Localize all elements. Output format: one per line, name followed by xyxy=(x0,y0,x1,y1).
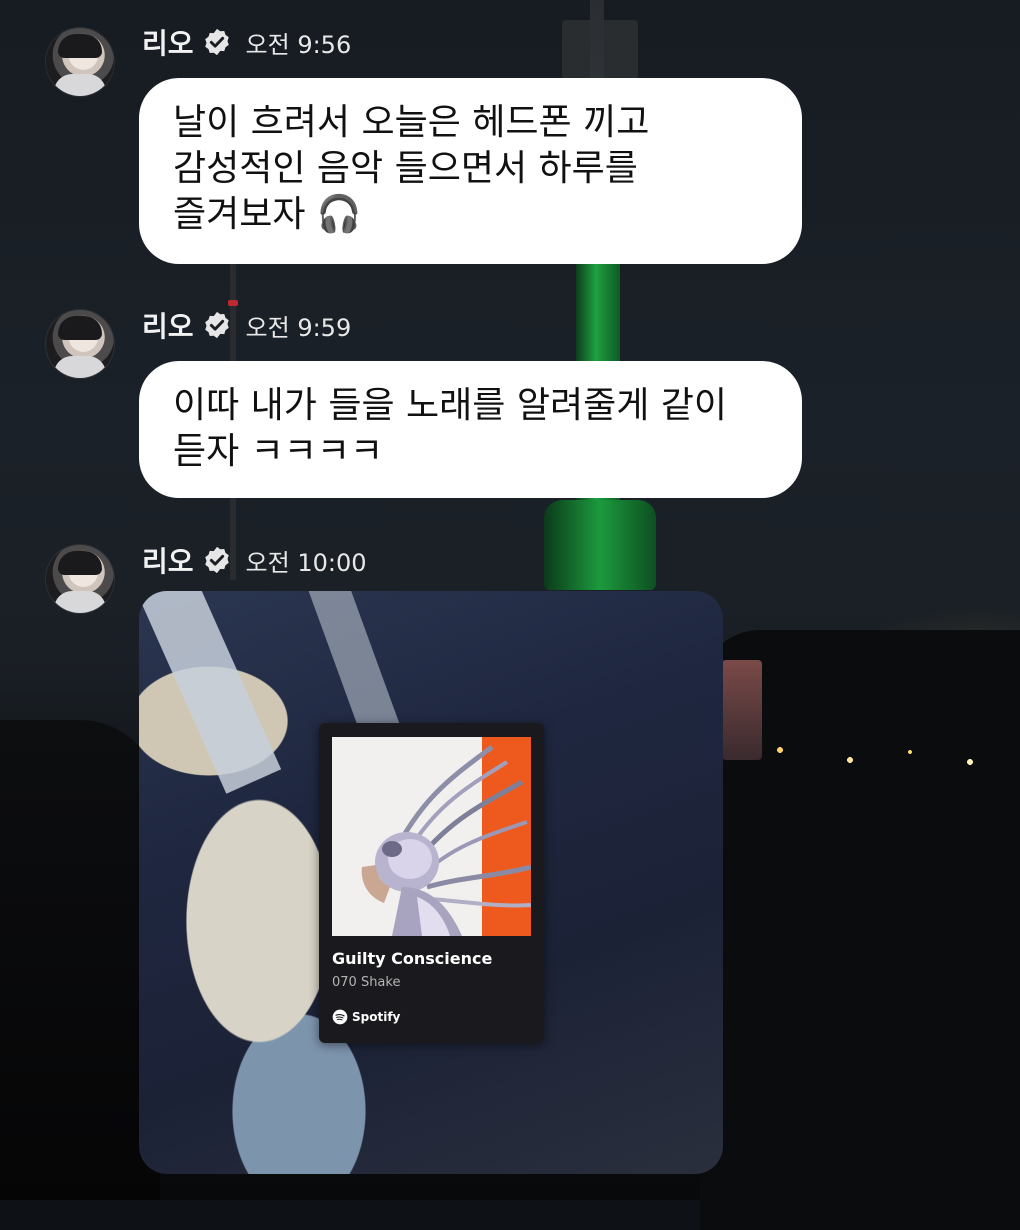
message-header: 리오 오전 9:59 xyxy=(142,305,351,345)
avatar[interactable] xyxy=(46,310,114,378)
message-bubble[interactable]: 이따 내가 들을 노래를 알려줄게 같이 듣자 ㅋㅋㅋㅋ xyxy=(139,361,802,498)
message-line: 즐겨보자 🎧 xyxy=(173,194,362,235)
message-line: 감성적인 음악 들으면서 하루를 xyxy=(173,148,638,189)
message-line: 날이 흐려서 오늘은 헤드폰 끼고 xyxy=(173,102,650,143)
message-header: 리오 오전 9:56 xyxy=(142,22,351,62)
timestamp: 오전 9:59 xyxy=(245,313,352,342)
track-artist[interactable]: 070 Shake xyxy=(332,975,400,990)
sender-name[interactable]: 리오 xyxy=(142,22,194,62)
city-lights xyxy=(760,700,1010,770)
dark-foreground xyxy=(0,720,160,1200)
album-art[interactable] xyxy=(332,737,531,936)
spotify-share-card[interactable]: Guilty Conscience 070 Shake Spotify xyxy=(319,723,544,1043)
sender-name[interactable]: 리오 xyxy=(142,540,194,580)
photo-blur-element xyxy=(139,591,282,794)
verified-badge-icon xyxy=(204,28,229,56)
album-art-illustration xyxy=(361,744,531,936)
avatar[interactable] xyxy=(46,545,114,613)
tower-base xyxy=(544,500,656,590)
verified-badge-icon xyxy=(204,546,229,574)
verified-badge-icon xyxy=(204,311,229,339)
track-title[interactable]: Guilty Conscience xyxy=(332,949,492,968)
spotify-brand[interactable]: Spotify xyxy=(332,1009,400,1025)
message-bubble[interactable]: 날이 흐려서 오늘은 헤드폰 끼고 감성적인 음악 들으면서 하루를 즐겨보자 … xyxy=(139,78,802,264)
image-attachment[interactable]: Guilty Conscience 070 Shake Spotify xyxy=(139,591,723,1174)
message-line: 듣자 ㅋㅋㅋㅋ xyxy=(173,431,384,472)
building-lights xyxy=(722,660,762,760)
spotify-wordmark: Spotify xyxy=(352,1010,401,1024)
message-line: 이따 내가 들을 노래를 알려줄게 같이 xyxy=(173,385,728,426)
message-header: 리오 오전 10:00 xyxy=(142,540,366,580)
timestamp: 오전 10:00 xyxy=(245,548,367,577)
spotify-logo-icon xyxy=(332,1009,348,1025)
sender-name[interactable]: 리오 xyxy=(142,305,194,345)
timestamp: 오전 9:56 xyxy=(245,30,352,59)
avatar[interactable] xyxy=(46,28,114,96)
